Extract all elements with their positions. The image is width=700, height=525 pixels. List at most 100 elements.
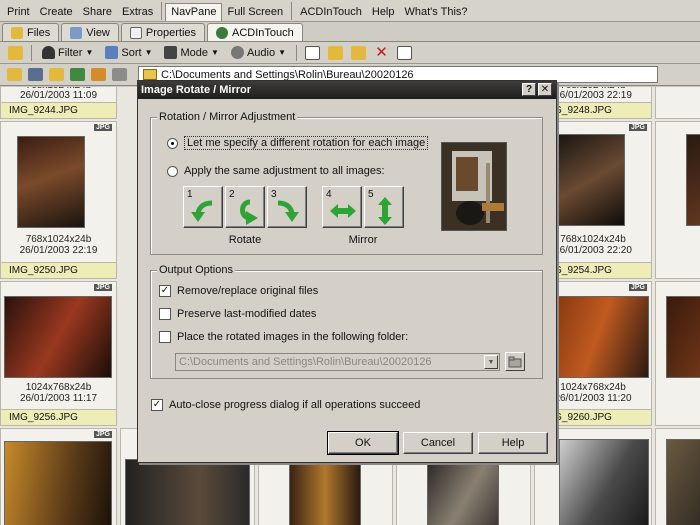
view-icon [70,26,83,39]
image-rotate-dialog: Image Rotate / Mirror ? ✕ Rotation / Mir… [137,80,557,463]
autoclose-label: Auto-close progress dialog if all operat… [169,399,421,411]
sort-label: Sort [121,46,142,59]
photo-thumbnail [427,459,499,525]
photo-thumbnail [557,296,649,378]
group-legend: Output Options [157,264,235,276]
jpg-badge: JPG [93,431,112,438]
menu-bar: Print Create Share Extras NavPane Full S… [0,0,700,22]
rename-icon[interactable] [397,45,412,60]
option-replace-row[interactable]: ✓ Remove/replace original files [159,285,318,297]
tab-acdintouch[interactable]: ACDInTouch [207,23,303,41]
toolbar-separator [296,44,297,61]
autoclose-checkbox[interactable]: ✓ [151,399,163,411]
menu-share[interactable]: Share [78,6,117,21]
menu-print[interactable]: Print [2,6,35,21]
copy-to-folder-icon[interactable] [351,45,366,60]
preserve-dates-checkbox[interactable] [159,308,171,320]
toolbar: Filter ▼ Sort ▼ Mode ▼ Audio ▼ ✕ [0,42,700,64]
speaker-icon [230,46,244,59]
filter-button[interactable]: Filter ▼ [36,44,99,62]
thumbnail-item[interactable] [655,87,700,119]
thumbnail-date: 26/01/2003 22:19 [19,245,98,256]
menu-acdintouch[interactable]: ACDInTouch [295,6,367,21]
thumbnail-item[interactable] [655,281,700,426]
folder-icon[interactable] [49,68,64,81]
thumbnail-item[interactable]: JPG 768x1024x24b 26/01/2003 22:19 IMG_92… [0,121,117,279]
menu-navpane[interactable]: NavPane [165,3,223,21]
thumbnail-item[interactable]: JPG [0,428,117,525]
sort-button[interactable]: Sort ▼ [99,44,158,62]
thumbnail-item[interactable] [655,121,700,279]
radio-each-image[interactable] [167,137,178,149]
autoclose-row[interactable]: ✓ Auto-close progress dialog if all oper… [151,399,420,411]
tab-properties[interactable]: Properties [120,23,206,41]
radio-row-all[interactable]: Apply the same adjustment to all images: [167,165,385,177]
menu-whats-this[interactable]: What's This? [400,6,473,21]
option-preserve-row[interactable]: Preserve last-modified dates [159,308,316,320]
tab-files[interactable]: Files [2,23,60,41]
thumbnail-dimensions: 768x1024x24b [25,234,92,245]
help-button[interactable]: Help [478,432,548,454]
filter-label: Filter [58,46,83,59]
menu-fullscreen[interactable]: Full Screen [222,6,288,21]
preview-photo [442,143,506,230]
computer-icon[interactable] [28,68,43,81]
chevron-down-icon[interactable]: ▼ [484,355,498,369]
chevron-down-icon: ▼ [278,48,286,57]
photo-thumbnail [666,439,700,525]
rotation-mirror-group: Rotation / Mirror Adjustment Let me spec… [150,111,543,255]
thumbnail-filename: IMG_9250.JPG [1,262,116,278]
group-legend: Rotation / Mirror Adjustment [157,111,298,123]
chevron-down-icon: ▼ [144,48,153,57]
option-folder-row[interactable]: Place the rotated images in the followin… [159,331,408,343]
refresh-icon[interactable] [70,68,85,81]
folder-icon [143,69,157,80]
replace-originals-checkbox[interactable]: ✓ [159,285,171,297]
help-icon[interactable]: ? [522,83,536,96]
menu-extras[interactable]: Extras [117,6,158,21]
photo-thumbnail [686,134,700,226]
dialog-titlebar[interactable]: Image Rotate / Mirror ? ✕ [138,81,556,99]
target-folder-combo[interactable]: C:\Documents and Settings\Rolin\Bureau\2… [175,353,500,371]
mode-button[interactable]: Mode ▼ [158,44,224,62]
preserve-dates-label: Preserve last-modified dates [177,308,317,320]
chevron-down-icon: ▼ [85,48,94,57]
tab-label: ACDInTouch [232,26,294,39]
thumbnail-item[interactable]: JPG 1024x768x24b 26/01/2003 11:17 IMG_92… [0,281,117,426]
mirror-horizontal-button[interactable]: 4 [322,186,362,228]
thumbnail-item[interactable]: 768x1024x24b 26/01/2003 11:09 IMG_9244.J… [0,87,117,119]
delete-icon[interactable]: ✕ [374,45,389,60]
favorites-icon[interactable] [91,68,106,81]
radio-row-each[interactable]: Let me specify a different rotation for … [167,136,429,150]
open-folder-icon[interactable] [328,45,343,60]
chevron-down-icon: ▼ [211,48,219,57]
browse-folder-button[interactable] [505,352,525,371]
globe-icon [216,26,229,39]
place-in-folder-checkbox[interactable] [159,331,171,343]
menu-separator [291,2,293,20]
tab-label: Properties [145,26,197,39]
menu-create[interactable]: Create [35,6,78,21]
history-icon[interactable] [112,68,127,81]
rotate-right-button[interactable]: 3 [267,186,307,228]
audio-button[interactable]: Audio ▼ [225,44,292,62]
menu-help[interactable]: Help [367,6,400,21]
thumbnail-dimensions: 1024x768x24b [25,382,92,393]
tab-view[interactable]: View [61,23,119,41]
thumbnail-date: 26/01/2003 11:17 [19,393,98,404]
rotate-left-button[interactable]: 1 [183,186,223,228]
grid-icon [164,46,178,59]
jpg-badge: JPG [628,284,647,291]
thumbnail-item[interactable] [655,428,700,525]
cancel-button[interactable]: Cancel [403,432,473,454]
new-file-icon[interactable] [305,45,320,60]
tab-label: View [86,26,110,39]
folder-icon[interactable] [7,68,22,81]
close-icon[interactable]: ✕ [538,83,552,96]
photo-thumbnail [4,441,112,525]
ok-button[interactable]: OK [327,431,399,455]
rotate-180-button[interactable]: 2 [225,186,265,228]
mirror-vertical-button[interactable]: 5 [364,186,404,228]
radio-all-images[interactable] [167,165,178,177]
folder-up-icon[interactable] [8,45,23,60]
